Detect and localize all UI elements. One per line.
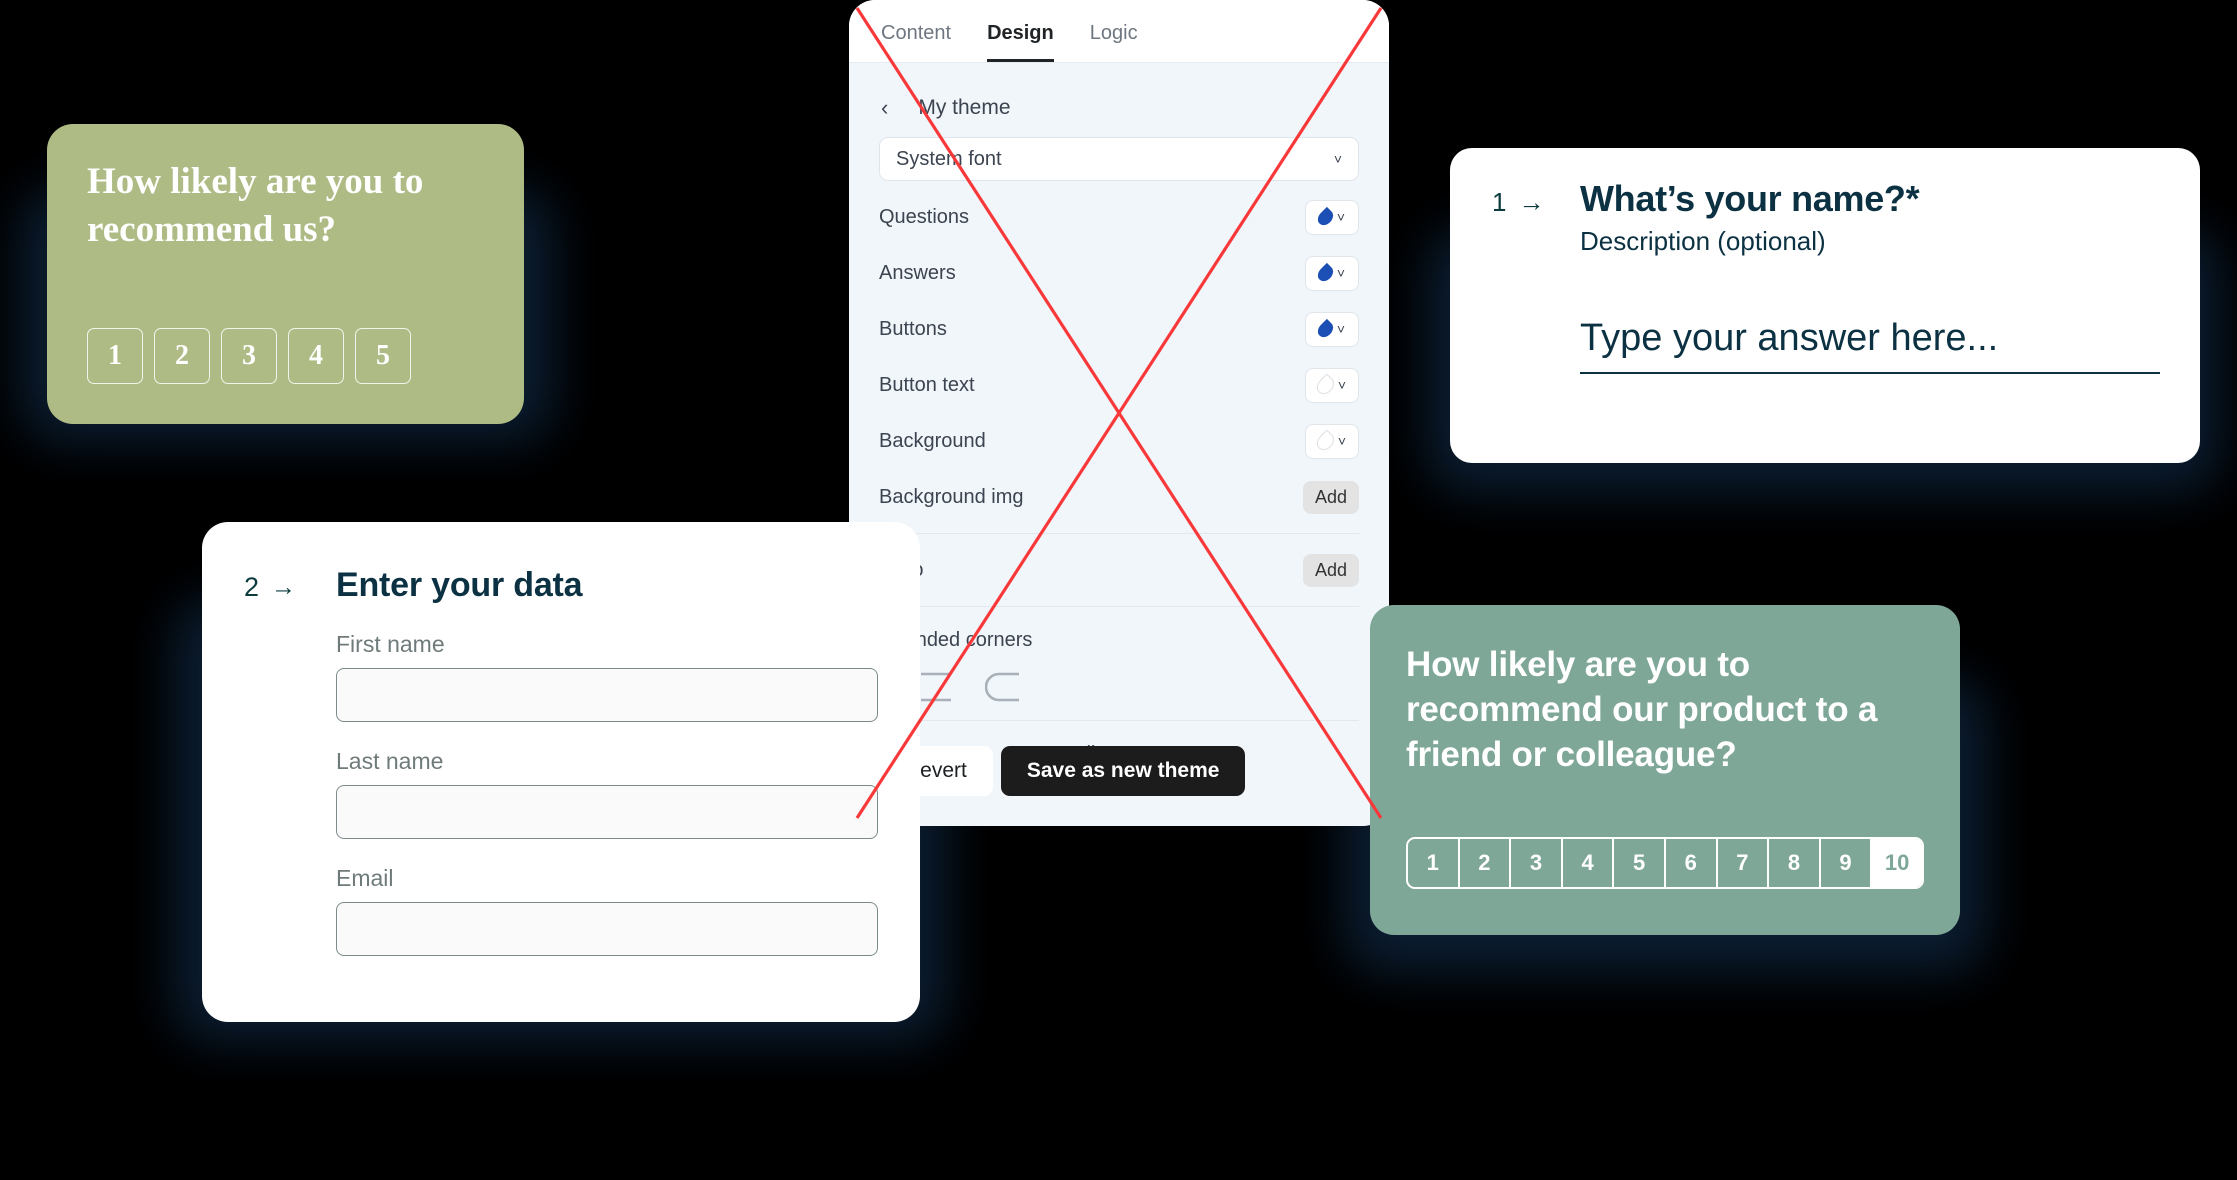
nps-question-olive: How likely are you to recommend us? [87,161,424,251]
droplet-icon [1313,428,1338,454]
answer-placeholder[interactable]: Type your answer here... [1580,317,2160,360]
chevron-left-icon[interactable]: ‹ [881,95,888,121]
field-label-email: Email [336,865,394,891]
tab-logic[interactable]: Logic [1090,22,1138,62]
font-select[interactable]: System font ˅ [879,137,1359,181]
nps-option[interactable]: 7 [1718,839,1770,888]
nps-option[interactable]: 6 [1666,839,1718,888]
question-description: Description (optional) [1580,226,1826,256]
chevron-down-icon: ˅ [1336,265,1346,281]
nps-option[interactable]: 4 [288,328,344,385]
nps-card-teal: How likely are you to recommend our prod… [1370,605,1960,935]
droplet-icon [1314,318,1337,340]
droplet-icon [1313,372,1338,398]
color-row-questions: Questions ˅ [879,197,1359,237]
question-index: 1 → [1492,178,1580,218]
last-name-input[interactable] [336,785,878,839]
nps-option[interactable]: 2 [1460,839,1512,888]
arrow-right-icon: → [271,573,297,601]
email-input[interactable] [336,902,878,956]
theme-header: ‹ My theme [879,63,1359,121]
arrow-right-icon: → [1518,187,1545,217]
nps-option[interactable]: 2 [154,328,210,385]
color-row-background: Background ˅ [879,421,1359,461]
chevron-down-icon: ˅ [1337,433,1347,449]
divider [879,533,1359,534]
answer-underline [1580,372,2160,374]
divider [879,606,1359,607]
droplet-icon [1314,206,1337,228]
nps-option[interactable]: 1 [1408,839,1460,888]
question-number: 2 [244,572,260,602]
droplet-icon [1314,262,1337,284]
color-row-buttons: Buttons ˅ [879,309,1359,349]
divider [879,720,1359,721]
first-name-input[interactable] [336,668,878,722]
rounded-corners-label: Rounded corners [879,629,1033,651]
nps-option[interactable]: 3 [221,328,277,385]
nps-option[interactable]: 5 [1614,839,1666,888]
question-number: 1 [1492,187,1507,217]
panel-tabs: Content Design Logic [849,0,1389,63]
nps-option[interactable]: 5 [355,328,411,385]
color-row-button-text: Button text ˅ [879,365,1359,405]
color-row-label: Background [879,429,986,452]
corner-square-icon[interactable] [917,670,959,704]
nps-option-selected[interactable]: 10 [1872,839,1922,888]
field-label-last-name: Last name [336,748,444,774]
tab-content[interactable]: Content [881,22,951,62]
chevron-down-icon: ˅ [1336,209,1346,225]
chevron-down-icon: ˅ [1333,151,1342,167]
chevron-down-icon: ˅ [1337,377,1347,393]
nps-option[interactable]: 9 [1821,839,1873,888]
color-row-label: Buttons [879,317,947,340]
nps-option[interactable]: 8 [1769,839,1821,888]
color-row-answers: Answers ˅ [879,253,1359,293]
nps-option[interactable]: 4 [1563,839,1615,888]
nps-scale-olive[interactable]: 1 2 3 4 5 [87,328,484,385]
color-swatch-questions[interactable]: ˅ [1305,199,1359,235]
nps-card-olive: How likely are you to recommend us? 1 2 … [47,124,524,424]
theme-name: My theme [918,96,1011,119]
background-image-label: Background img [879,485,1024,508]
save-as-new-theme-button[interactable]: Save as new theme [1000,746,1246,796]
add-logo-button[interactable]: Add [1302,553,1359,587]
nps-question-teal: How likely are you to recommend our prod… [1406,645,1878,774]
question-index: 2 → [244,566,336,603]
rounded-corners-options[interactable] [879,670,1359,704]
row-logo: Logo Add [879,550,1359,590]
form-fields: First name Last name Email [336,631,878,956]
corner-rounded-icon[interactable] [985,670,1027,704]
color-swatch-background[interactable]: ˅ [1305,423,1359,459]
question-header: 2 → Enter your data [244,566,878,605]
question-title: Enter your data [336,566,583,604]
color-row-label: Questions [879,205,970,228]
color-swatch-answers[interactable]: ˅ [1305,255,1359,291]
nps-option[interactable]: 3 [1511,839,1563,888]
color-row-label: Button text [879,373,975,396]
question-card-data: 2 → Enter your data First name Last name… [202,522,920,1022]
tab-design[interactable]: Design [987,22,1054,62]
question-title: What’s your name?* [1580,178,1920,219]
chevron-down-icon: ˅ [1336,321,1346,337]
font-select-value: System font [896,147,1002,170]
field-label-first-name: First name [336,631,445,657]
question-card-name: 1 → What’s your name?* Description (opti… [1450,148,2200,463]
nps-option[interactable]: 1 [87,328,143,385]
color-swatch-buttons[interactable]: ˅ [1305,311,1359,347]
panel-footer: Revert Save as new theme [849,746,1389,826]
nps-scale-teal[interactable]: 1 2 3 4 5 6 7 8 9 10 [1406,837,1924,890]
color-row-label: Answers [879,261,956,284]
row-background-image: Background img Add [879,477,1359,517]
panel-body: ‹ My theme System font ˅ Questions ˅ Ans… [849,63,1389,746]
add-background-image-button[interactable]: Add [1302,480,1359,514]
question-header: 1 → What’s your name?* Description (opti… [1492,178,2160,257]
color-swatch-button-text[interactable]: ˅ [1305,367,1359,403]
design-panel: Content Design Logic ‹ My theme System f… [849,0,1389,826]
screenshot-stage: How likely are you to recommend us? 1 2 … [0,0,2237,1180]
answer-input-wrap[interactable]: Type your answer here... [1580,317,2160,374]
